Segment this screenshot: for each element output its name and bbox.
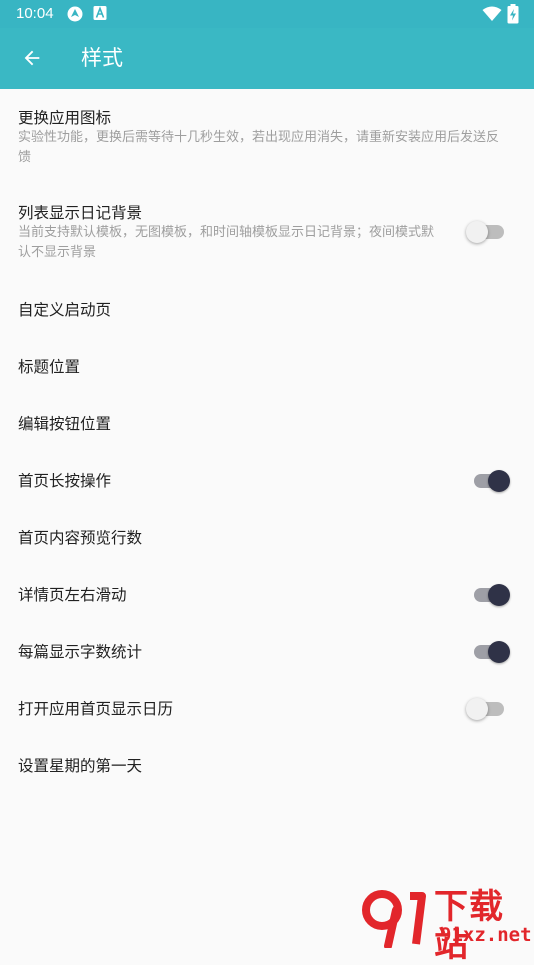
open-calendar-switch[interactable] (466, 695, 508, 723)
switch-thumb (466, 221, 488, 243)
setting-label: 更换应用图标 (18, 109, 112, 127)
word-count-switch[interactable] (472, 638, 512, 666)
home-long-press-switch[interactable] (472, 467, 512, 495)
setting-label: 首页长按操作 (18, 472, 112, 490)
setting-home-preview-lines[interactable]: 首页内容预览行数 (0, 511, 534, 568)
setting-label: 编辑按钮位置 (18, 415, 112, 433)
watermark-text-en: 91xz.net (440, 924, 532, 946)
page-title: 样式 (81, 46, 123, 70)
setting-label: 打开应用首页显示日历 (18, 700, 174, 718)
setting-label: 详情页左右滑动 (18, 586, 127, 604)
setting-summary-line2: 认不显示背景 (18, 245, 97, 260)
watermark: 下载站 91xz.net (360, 888, 532, 964)
setting-label: 列表显示日记背景 (18, 204, 143, 222)
setting-first-weekday[interactable]: 设置星期的第一天 (0, 739, 534, 796)
setting-custom-start-page[interactable]: 自定义启动页 (0, 283, 534, 340)
switch-thumb (466, 698, 488, 720)
setting-list-diary-background[interactable]: 列表显示日记背景 当前支持默认模板，无图模板，和时间轴模板显示日记背景；夜间模式… (0, 185, 534, 283)
switch-thumb (488, 470, 510, 492)
setting-change-app-icon[interactable]: 更换应用图标 实验性功能，更换后需等待十几秒生效，若出现应用消失，请重新安装应用… (0, 89, 534, 185)
setting-label: 自定义启动页 (18, 301, 112, 319)
setting-title-position[interactable]: 标题位置 (0, 340, 534, 397)
setting-label: 标题位置 (18, 358, 81, 376)
setting-detail-swipe[interactable]: 详情页左右滑动 (0, 568, 534, 625)
switch-thumb (488, 641, 510, 663)
setting-summary-line1: 当前支持默认模板，无图模板，和时间轴模板显示日记背景；夜间模式默 (18, 225, 435, 240)
switch-thumb (488, 584, 510, 606)
text-a-icon (93, 6, 107, 20)
setting-edit-button-position[interactable]: 编辑按钮位置 (0, 397, 534, 454)
status-time: 10:04 (16, 5, 54, 22)
setting-summary-line1: 实验性功能，更换后需等待十几秒生效，若出现应用消失，请重新安装应用后发送反 (18, 130, 500, 145)
status-bar: 10:04 (0, 0, 534, 28)
setting-open-calendar[interactable]: 打开应用首页显示日历 (0, 682, 534, 739)
battery-charging-icon (507, 4, 519, 24)
setting-summary-line2: 馈 (18, 150, 32, 165)
setting-label: 设置星期的第一天 (18, 757, 143, 775)
back-button[interactable] (10, 34, 54, 82)
list-diary-background-switch[interactable] (466, 218, 508, 246)
toolbar: 样式 (0, 28, 534, 89)
location-icon (67, 6, 83, 22)
arrow-left-icon (24, 50, 40, 66)
setting-label: 首页内容预览行数 (18, 529, 143, 547)
setting-word-count[interactable]: 每篇显示字数统计 (0, 625, 534, 682)
setting-home-long-press[interactable]: 首页长按操作 (0, 454, 534, 511)
wifi-icon (482, 6, 502, 21)
detail-swipe-switch[interactable] (472, 581, 512, 609)
setting-label: 每篇显示字数统计 (18, 643, 143, 661)
watermark-logo-icon (362, 890, 426, 948)
